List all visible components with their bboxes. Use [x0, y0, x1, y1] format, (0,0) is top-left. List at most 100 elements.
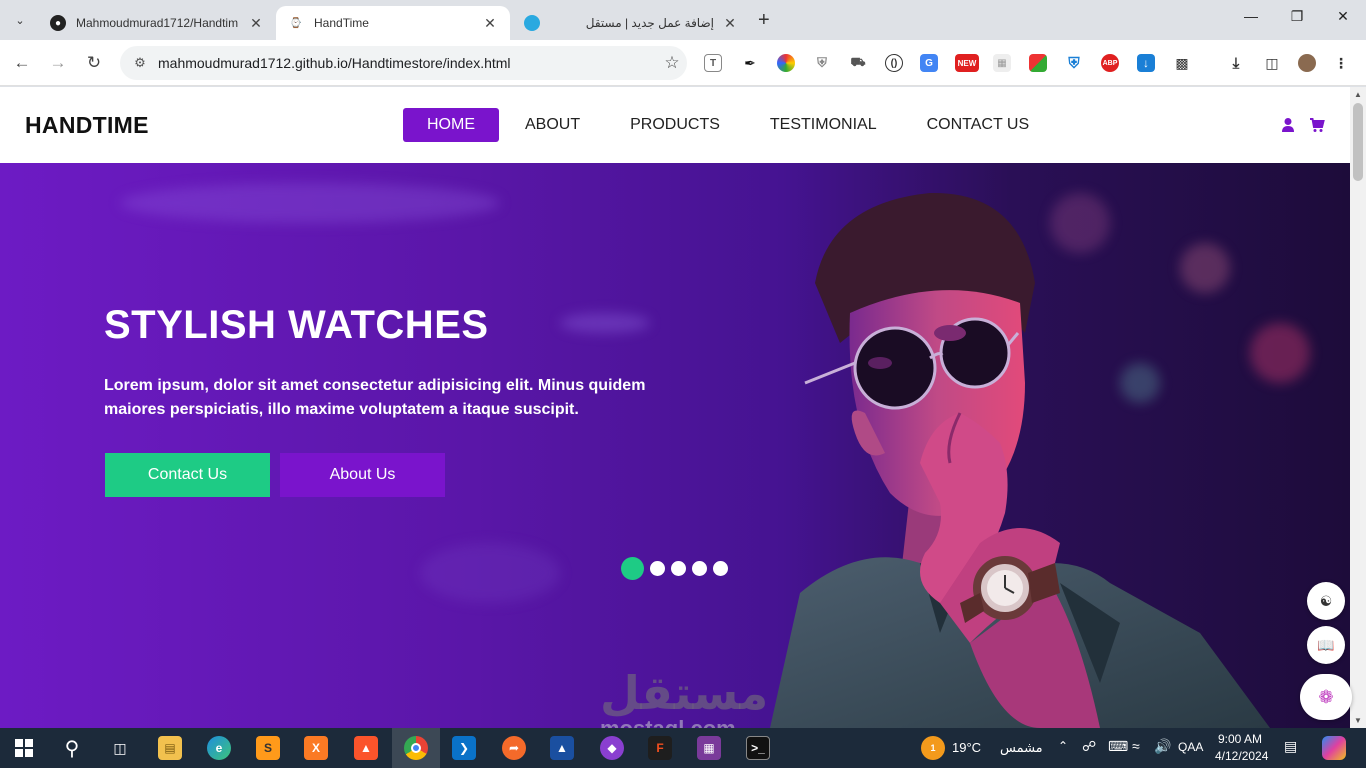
chevron-up-icon[interactable]: ⌃ [1058, 739, 1068, 753]
bokeh-light [420, 543, 560, 603]
tab-github[interactable]: ● Mahmoudmurad1712/Handtim ✕ [38, 6, 276, 40]
extensions-puzzle-icon[interactable]: ▩ [1173, 54, 1191, 72]
translate-icon: ☯ [1319, 592, 1333, 609]
vpn-shield-icon[interactable]: ⛨ [1065, 54, 1083, 72]
site-logo[interactable]: HANDTIME [25, 112, 149, 139]
xampp-icon[interactable]: X [304, 736, 328, 760]
photos-icon[interactable]: ▲ [550, 736, 574, 760]
weather-temperature[interactable]: 19°C [952, 740, 981, 755]
grid-extension-icon[interactable]: ▦ [993, 54, 1011, 72]
hero-slider: STYLISH WATCHES Lorem ipsum, dolor sit a… [0, 163, 1350, 728]
sublime-icon[interactable]: S [256, 736, 280, 760]
slider-dot-1[interactable] [621, 557, 644, 580]
translate-tool-button[interactable]: ☯ [1307, 582, 1345, 620]
profile-avatar[interactable] [1298, 54, 1316, 72]
kebab-menu-icon[interactable]: ⋮ [1332, 54, 1350, 72]
slider-dot-2[interactable] [650, 561, 665, 576]
contact-us-button[interactable]: Contact Us [105, 453, 270, 497]
about-us-button[interactable]: About Us [280, 453, 445, 497]
color-extension-icon[interactable] [777, 54, 795, 72]
bookmark-star-icon[interactable]: ☆ [657, 53, 687, 73]
watch-icon: ⌚ [289, 17, 303, 29]
nav-testimonial[interactable]: TESTIMONIAL [746, 108, 901, 142]
side-panel-icon[interactable]: ◫ [1263, 54, 1281, 72]
code-extension-icon[interactable]: () [885, 54, 903, 72]
gem-app-icon[interactable]: ◆ [600, 736, 624, 760]
download-extension-icon[interactable]: ↓ [1137, 54, 1155, 72]
windows-taskbar: ⚲ ◫ ▤ e S X ▲ ❯ ➦ ▲ ◆ F ▦ >_ 1 19°C مشمس… [0, 728, 1366, 768]
vscode-icon[interactable]: ❯ [452, 736, 476, 760]
address-bar[interactable]: ⚙ mahmoudmurad1712.github.io/Handtimesto… [120, 46, 687, 80]
task-view-icon[interactable]: ◫ [108, 736, 132, 760]
close-icon[interactable]: ✕ [482, 15, 498, 32]
nav-products[interactable]: PRODUCTS [606, 108, 744, 142]
keyboard-icon[interactable]: ⌨ [1108, 738, 1128, 755]
shield-icon[interactable]: ⛨ [813, 54, 831, 72]
notifications-icon[interactable]: ▤ [1284, 738, 1297, 755]
weather-sun-icon[interactable]: 1 [921, 736, 945, 760]
close-icon[interactable]: ✕ [722, 15, 738, 32]
model-photo [770, 192, 1270, 728]
search-icon[interactable]: ⚲ [60, 736, 84, 760]
wifi-icon[interactable]: ≈ [1132, 738, 1140, 754]
clock-time[interactable]: 9:00 AM [1218, 732, 1262, 746]
minimize-icon[interactable]: — [1228, 8, 1274, 24]
new-tab-plus-icon[interactable]: + [758, 9, 770, 32]
back-arrow-icon[interactable]: ← [10, 51, 34, 75]
language-indicator[interactable]: QAA [1178, 740, 1203, 754]
user-icon[interactable] [1281, 117, 1295, 133]
close-icon[interactable]: ✕ [248, 15, 264, 32]
ai-assistant-button[interactable]: ❁ [1300, 674, 1352, 720]
scrollbar-thumb[interactable] [1353, 103, 1363, 181]
url-text[interactable]: mahmoudmurad1712.github.io/Handtimestore… [158, 55, 657, 71]
tiles-extension-icon[interactable] [1029, 54, 1047, 72]
forward-arrow-icon[interactable]: → [46, 51, 70, 75]
reload-icon[interactable]: ↻ [82, 51, 106, 75]
page-viewport: HANDTIME HOME ABOUT PRODUCTS TESTIMONIAL… [0, 87, 1350, 728]
reader-tool-button[interactable]: 📖 [1307, 626, 1345, 664]
truck-icon[interactable]: ⛟ [849, 54, 867, 72]
copilot-icon[interactable] [1322, 736, 1346, 760]
cart-icon[interactable] [1309, 117, 1325, 133]
browser-toolbar: ← → ↻ ⚙ mahmoudmurad1712.github.io/Handt… [0, 40, 1366, 86]
weather-label[interactable]: مشمس [1000, 740, 1043, 756]
nav-home[interactable]: HOME [403, 108, 499, 142]
tab-title: HandTime [314, 16, 369, 30]
chrome-icon[interactable] [404, 736, 428, 760]
scroll-up-arrow-icon[interactable]: ▲ [1354, 90, 1362, 99]
watermark-arabic: مستقل [600, 666, 769, 720]
new-badge-extension-icon[interactable]: NEW [955, 54, 979, 72]
slider-dot-5[interactable] [713, 561, 728, 576]
window-close-icon[interactable]: ✕ [1320, 8, 1366, 25]
edge-icon[interactable]: e [207, 736, 231, 760]
slider-dot-3[interactable] [671, 561, 686, 576]
figma-icon[interactable]: F [648, 736, 672, 760]
postman-icon[interactable]: ➦ [502, 736, 526, 760]
windows-start-icon[interactable] [12, 736, 36, 760]
site-header: HANDTIME HOME ABOUT PRODUCTS TESTIMONIAL… [0, 87, 1350, 163]
clock-date[interactable]: 4/12/2024 [1215, 749, 1268, 763]
scroll-down-arrow-icon[interactable]: ▼ [1354, 716, 1362, 725]
site-settings-icon[interactable]: ⚙ [128, 55, 152, 71]
tab-mostaql[interactable]: إضافة عمل جديد | مستقل ✕ [512, 6, 750, 40]
brave-icon[interactable]: ▲ [354, 736, 378, 760]
text-extension-icon[interactable]: T [704, 54, 722, 72]
terminal-icon[interactable]: >_ [746, 736, 770, 760]
device-icon[interactable]: ☍ [1082, 738, 1096, 755]
archive-icon[interactable]: ▦ [697, 736, 721, 760]
slider-dot-4[interactable] [692, 561, 707, 576]
tab-title: Mahmoudmurad1712/Handtim [76, 16, 239, 30]
volume-icon[interactable]: 🔊 [1154, 738, 1171, 755]
bokeh-light [120, 183, 500, 223]
nav-contact[interactable]: CONTACT US [903, 108, 1054, 142]
adblock-icon[interactable]: ABP [1101, 54, 1119, 72]
tab-handtime[interactable]: ⌚ HandTime ✕ [276, 6, 510, 40]
page-scrollbar[interactable]: ▲ ▼ [1350, 87, 1366, 728]
translate-extension-icon[interactable]: G [920, 54, 938, 72]
restore-icon[interactable]: ❐ [1274, 8, 1320, 25]
downloads-icon[interactable]: ⤓ [1227, 54, 1245, 72]
tab-search-button[interactable]: ⌄ [6, 7, 34, 33]
file-explorer-icon[interactable]: ▤ [158, 736, 182, 760]
nav-about[interactable]: ABOUT [501, 108, 604, 142]
eyedropper-icon[interactable]: ✒ [741, 54, 759, 72]
